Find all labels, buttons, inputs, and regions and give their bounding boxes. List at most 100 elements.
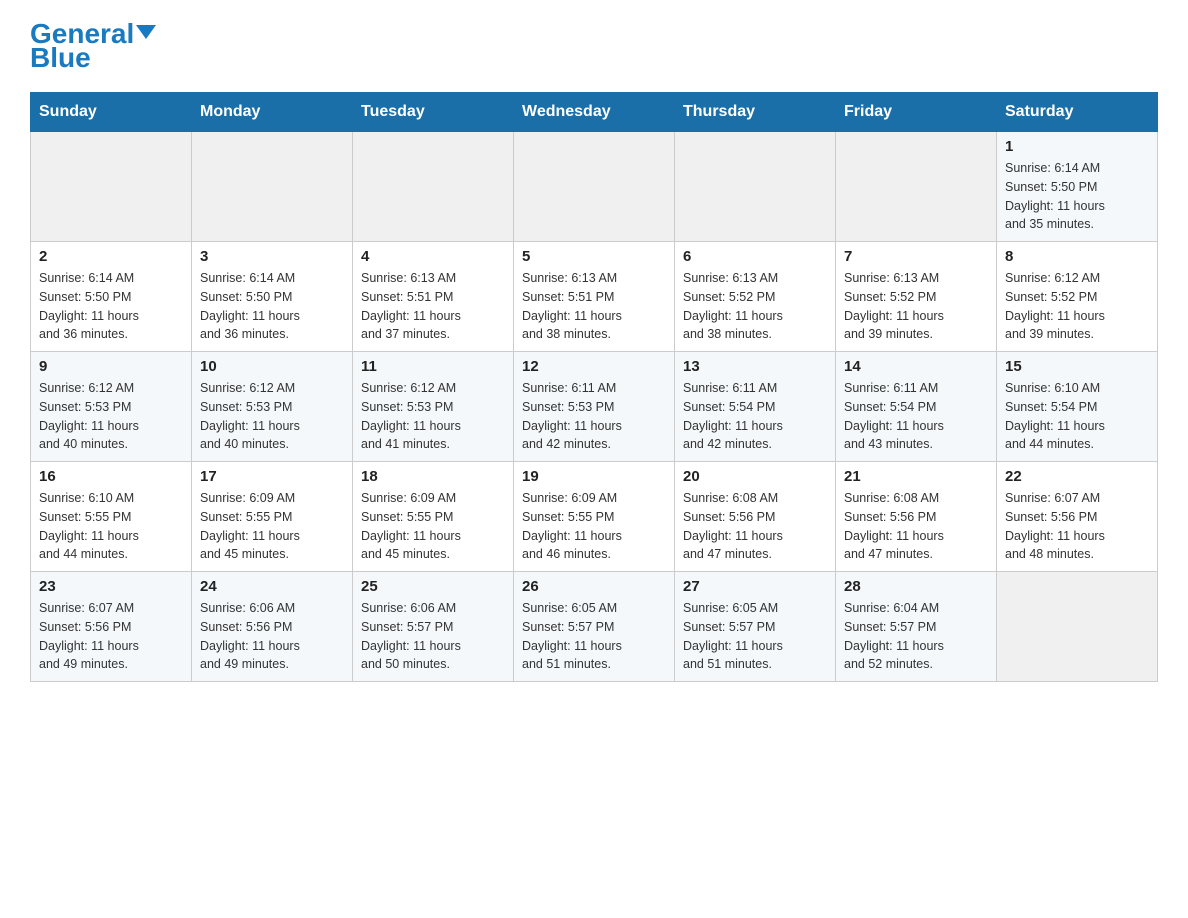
day-sun-info: Sunrise: 6:12 AM Sunset: 5:53 PM Dayligh…: [361, 379, 505, 454]
calendar-day-cell: 4 Sunrise: 6:13 AM Sunset: 5:51 PM Daylig…: [353, 242, 514, 352]
calendar-day-cell: 17 Sunrise: 6:09 AM Sunset: 5:55 PM Dayli…: [192, 462, 353, 572]
day-sun-info: Sunrise: 6:06 AM Sunset: 5:56 PM Dayligh…: [200, 599, 344, 674]
day-number: 24: [200, 578, 344, 595]
calendar-week-row: 9 Sunrise: 6:12 AM Sunset: 5:53 PM Daylig…: [31, 352, 1158, 462]
calendar-day-cell: 28 Sunrise: 6:04 AM Sunset: 5:57 PM Dayli…: [836, 572, 997, 682]
calendar-day-cell: 21 Sunrise: 6:08 AM Sunset: 5:56 PM Dayli…: [836, 462, 997, 572]
day-sun-info: Sunrise: 6:08 AM Sunset: 5:56 PM Dayligh…: [683, 489, 827, 564]
weekday-header-wednesday: Wednesday: [514, 93, 675, 132]
day-number: 20: [683, 468, 827, 485]
day-sun-info: Sunrise: 6:11 AM Sunset: 5:53 PM Dayligh…: [522, 379, 666, 454]
calendar-day-cell: 2 Sunrise: 6:14 AM Sunset: 5:50 PM Daylig…: [31, 242, 192, 352]
day-sun-info: Sunrise: 6:05 AM Sunset: 5:57 PM Dayligh…: [683, 599, 827, 674]
day-sun-info: Sunrise: 6:07 AM Sunset: 5:56 PM Dayligh…: [39, 599, 183, 674]
day-number: 28: [844, 578, 988, 595]
calendar-day-cell: 16 Sunrise: 6:10 AM Sunset: 5:55 PM Dayli…: [31, 462, 192, 572]
day-sun-info: Sunrise: 6:13 AM Sunset: 5:51 PM Dayligh…: [361, 269, 505, 344]
day-number: 17: [200, 468, 344, 485]
day-number: 16: [39, 468, 183, 485]
logo: General Blue: [30, 20, 156, 72]
calendar-day-cell: 8 Sunrise: 6:12 AM Sunset: 5:52 PM Daylig…: [997, 242, 1158, 352]
day-sun-info: Sunrise: 6:09 AM Sunset: 5:55 PM Dayligh…: [200, 489, 344, 564]
calendar-week-row: 16 Sunrise: 6:10 AM Sunset: 5:55 PM Dayli…: [31, 462, 1158, 572]
calendar-day-cell: 19 Sunrise: 6:09 AM Sunset: 5:55 PM Dayli…: [514, 462, 675, 572]
day-number: 27: [683, 578, 827, 595]
day-number: 14: [844, 358, 988, 375]
day-sun-info: Sunrise: 6:05 AM Sunset: 5:57 PM Dayligh…: [522, 599, 666, 674]
calendar-day-cell: [192, 132, 353, 242]
day-number: 11: [361, 358, 505, 375]
calendar-day-cell: 9 Sunrise: 6:12 AM Sunset: 5:53 PM Daylig…: [31, 352, 192, 462]
calendar-week-row: 1Sunrise: 6:14 AM Sunset: 5:50 PM Daylig…: [31, 132, 1158, 242]
calendar-day-cell: 10Sunrise: 6:12 AM Sunset: 5:53 PM Dayli…: [192, 352, 353, 462]
day-number: 23: [39, 578, 183, 595]
day-number: 25: [361, 578, 505, 595]
calendar-day-cell: 27 Sunrise: 6:05 AM Sunset: 5:57 PM Dayli…: [675, 572, 836, 682]
calendar-day-cell: 22 Sunrise: 6:07 AM Sunset: 5:56 PM Dayli…: [997, 462, 1158, 572]
logo-triangle-icon: [136, 25, 156, 39]
day-sun-info: Sunrise: 6:11 AM Sunset: 5:54 PM Dayligh…: [844, 379, 988, 454]
day-sun-info: Sunrise: 6:13 AM Sunset: 5:52 PM Dayligh…: [844, 269, 988, 344]
day-sun-info: Sunrise: 6:10 AM Sunset: 5:55 PM Dayligh…: [39, 489, 183, 564]
day-sun-info: Sunrise: 6:06 AM Sunset: 5:57 PM Dayligh…: [361, 599, 505, 674]
calendar-day-cell: 12Sunrise: 6:11 AM Sunset: 5:53 PM Dayli…: [514, 352, 675, 462]
day-sun-info: Sunrise: 6:09 AM Sunset: 5:55 PM Dayligh…: [361, 489, 505, 564]
day-sun-info: Sunrise: 6:12 AM Sunset: 5:53 PM Dayligh…: [39, 379, 183, 454]
calendar-day-cell: 26 Sunrise: 6:05 AM Sunset: 5:57 PM Dayli…: [514, 572, 675, 682]
calendar-day-cell: 5 Sunrise: 6:13 AM Sunset: 5:51 PM Daylig…: [514, 242, 675, 352]
calendar-day-cell: [31, 132, 192, 242]
calendar-day-cell: 13 Sunrise: 6:11 AM Sunset: 5:54 PM Dayli…: [675, 352, 836, 462]
day-number: 7: [844, 248, 988, 265]
calendar-day-cell: 14 Sunrise: 6:11 AM Sunset: 5:54 PM Dayli…: [836, 352, 997, 462]
weekday-header-friday: Friday: [836, 93, 997, 132]
day-sun-info: Sunrise: 6:14 AM Sunset: 5:50 PM Dayligh…: [39, 269, 183, 344]
calendar-week-row: 2 Sunrise: 6:14 AM Sunset: 5:50 PM Daylig…: [31, 242, 1158, 352]
day-number: 26: [522, 578, 666, 595]
calendar-day-cell: 23 Sunrise: 6:07 AM Sunset: 5:56 PM Dayli…: [31, 572, 192, 682]
day-number: 2: [39, 248, 183, 265]
calendar-day-cell: 11 Sunrise: 6:12 AM Sunset: 5:53 PM Dayli…: [353, 352, 514, 462]
day-sun-info: Sunrise: 6:10 AM Sunset: 5:54 PM Dayligh…: [1005, 379, 1149, 454]
day-number: 9: [39, 358, 183, 375]
calendar-day-cell: [997, 572, 1158, 682]
day-sun-info: Sunrise: 6:13 AM Sunset: 5:51 PM Dayligh…: [522, 269, 666, 344]
weekday-header-tuesday: Tuesday: [353, 93, 514, 132]
calendar-day-cell: 24 Sunrise: 6:06 AM Sunset: 5:56 PM Dayli…: [192, 572, 353, 682]
weekday-header-sunday: Sunday: [31, 93, 192, 132]
day-sun-info: Sunrise: 6:08 AM Sunset: 5:56 PM Dayligh…: [844, 489, 988, 564]
day-sun-info: Sunrise: 6:04 AM Sunset: 5:57 PM Dayligh…: [844, 599, 988, 674]
calendar-day-cell: 6 Sunrise: 6:13 AM Sunset: 5:52 PM Daylig…: [675, 242, 836, 352]
day-sun-info: Sunrise: 6:09 AM Sunset: 5:55 PM Dayligh…: [522, 489, 666, 564]
day-number: 3: [200, 248, 344, 265]
calendar-day-cell: [353, 132, 514, 242]
day-number: 1: [1005, 138, 1149, 155]
day-number: 8: [1005, 248, 1149, 265]
weekday-header-saturday: Saturday: [997, 93, 1158, 132]
day-number: 10: [200, 358, 344, 375]
calendar-day-cell: 7 Sunrise: 6:13 AM Sunset: 5:52 PM Daylig…: [836, 242, 997, 352]
calendar-day-cell: [514, 132, 675, 242]
calendar-day-cell: 25 Sunrise: 6:06 AM Sunset: 5:57 PM Dayli…: [353, 572, 514, 682]
calendar-day-cell: [836, 132, 997, 242]
day-sun-info: Sunrise: 6:11 AM Sunset: 5:54 PM Dayligh…: [683, 379, 827, 454]
weekday-header-thursday: Thursday: [675, 93, 836, 132]
day-number: 19: [522, 468, 666, 485]
day-number: 18: [361, 468, 505, 485]
page-header: General Blue: [30, 20, 1158, 72]
day-number: 22: [1005, 468, 1149, 485]
day-sun-info: Sunrise: 6:13 AM Sunset: 5:52 PM Dayligh…: [683, 269, 827, 344]
day-number: 21: [844, 468, 988, 485]
day-number: 6: [683, 248, 827, 265]
logo-blue: Blue: [30, 44, 156, 72]
day-number: 15: [1005, 358, 1149, 375]
calendar-day-cell: 3Sunrise: 6:14 AM Sunset: 5:50 PM Daylig…: [192, 242, 353, 352]
calendar-day-cell: 20 Sunrise: 6:08 AM Sunset: 5:56 PM Dayli…: [675, 462, 836, 572]
day-number: 13: [683, 358, 827, 375]
day-sun-info: Sunrise: 6:07 AM Sunset: 5:56 PM Dayligh…: [1005, 489, 1149, 564]
calendar-day-cell: [675, 132, 836, 242]
weekday-header-row: SundayMondayTuesdayWednesdayThursdayFrid…: [31, 93, 1158, 132]
day-number: 4: [361, 248, 505, 265]
calendar-table: SundayMondayTuesdayWednesdayThursdayFrid…: [30, 92, 1158, 682]
day-number: 5: [522, 248, 666, 265]
day-sun-info: Sunrise: 6:12 AM Sunset: 5:52 PM Dayligh…: [1005, 269, 1149, 344]
